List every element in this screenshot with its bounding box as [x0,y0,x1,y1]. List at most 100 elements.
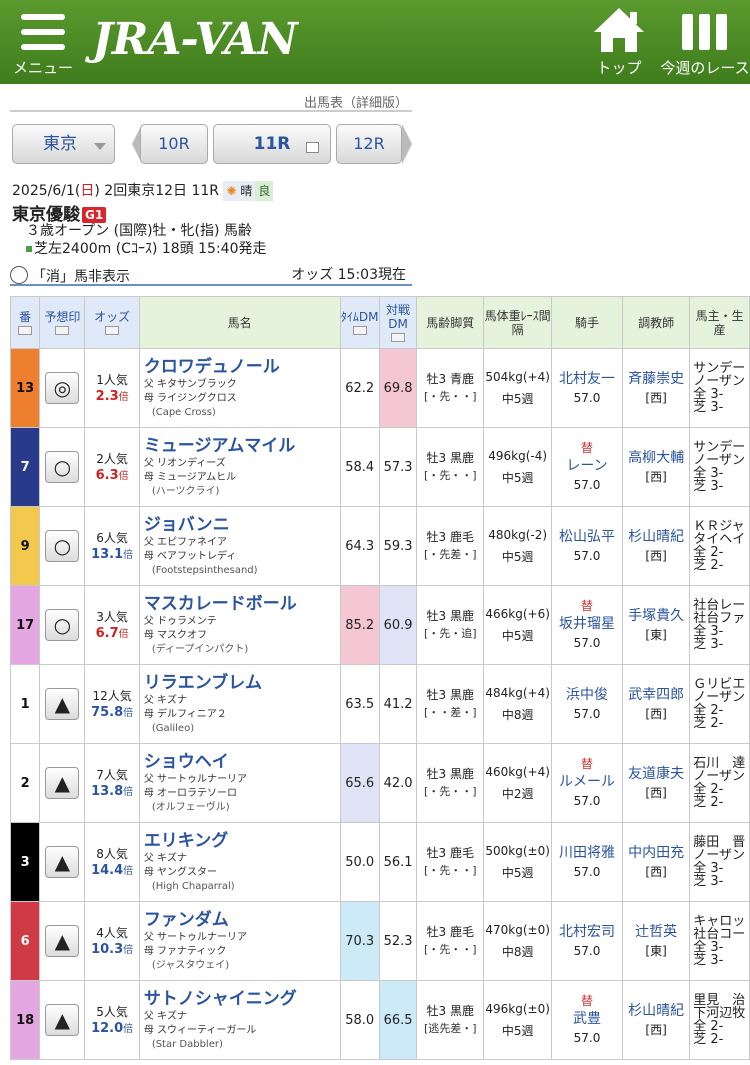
prediction-mark-button[interactable]: ○ [45,530,80,562]
table-row[interactable]: 3 ▲ 8人気 14.4倍 エリキング父 キズナ母 ヤングスター (High Chapar… [9,822,750,902]
time-dm: 65.6 [345,775,375,791]
sex-age-color: 牡3 鹿毛 [426,925,474,939]
trainer-link[interactable]: 杉山晴紀 [628,529,684,545]
sort-icon [55,326,70,335]
dam-sire: (ハーツクライ) [151,486,220,497]
going-badge: 良 [255,181,274,201]
owner-cell: キャロッ 社台コー全 3- 芝 3- [689,901,750,981]
trainer-link[interactable]: 武幸四郎 [628,687,684,703]
jockey-link[interactable]: 北村友一 [559,371,615,387]
match-dm: 60.9 [383,617,413,633]
header-time-dm[interactable]: ﾀｲﾑDM [339,296,380,349]
trainer-belong: [東] [645,944,667,958]
menu-button[interactable]: メニュー [8,0,78,84]
prev-race-button[interactable]: 10R [140,124,208,164]
jockey-link[interactable]: レーン [566,458,607,474]
age-style-cell: 牡3 鹿毛 [・先・・] [416,901,485,981]
header-match-dm[interactable]: 対戦DM [378,296,418,349]
match-dm-cell: 69.8 [378,348,418,428]
horse-name-link[interactable]: サトノシャイニング [144,988,339,1010]
trainer-link[interactable]: 中内田充 [628,845,684,861]
current-race-button[interactable]: 11R [213,124,331,164]
race-meeting: 2回東京12日 11R [104,183,219,199]
race-interval: 中8週 [501,708,534,722]
header-odds[interactable]: オッズ [84,296,140,349]
odds-value: 2.3 [95,389,119,404]
turf-marker-icon [26,246,32,252]
header-number[interactable]: 番 [9,296,41,349]
match-dm-cell: 60.9 [378,585,418,665]
jockey-link[interactable]: 坂井瑠星 [559,616,615,632]
jockey-weight: 57.0 [573,793,601,808]
horse-name-link[interactable]: クロワデュノール [144,356,339,378]
prediction-mark-button[interactable]: ▲ [45,925,80,957]
match-dm: 41.2 [383,696,413,712]
prediction-mark-button[interactable]: ▲ [45,767,80,799]
prediction-mark-button[interactable]: ○ [45,451,80,483]
horse-name-link[interactable]: ショウヘイ [144,751,339,773]
race-interval: 中5週 [501,866,534,880]
trainer-link[interactable]: 手塚貴久 [628,608,684,624]
prediction-cell: ▲ [39,980,86,1060]
match-dm-cell: 56.1 [378,822,418,902]
horse-name-link[interactable]: エリキング [144,830,339,852]
horse-name-link[interactable]: リラエンブレム [144,672,339,694]
jra-van-logo[interactable]: JRA-VAN [92,14,298,65]
horse-name-link[interactable]: マスカレードボール [144,593,339,615]
horse-name-link[interactable]: ミュージアムマイル [144,435,339,457]
record-turf: 芝 3- [693,874,724,889]
trainer-link[interactable]: 辻哲英 [635,924,677,940]
table-row[interactable]: 9 ○ 6人気 13.1倍 ジョバンニ父 エピファネイア母 ベアフットレディ (Foots… [9,506,750,586]
horse-name-link[interactable]: ジョバンニ [144,514,339,536]
prediction-mark-button[interactable]: ◎ [45,372,80,404]
table-row[interactable]: 7 ○ 2人気 6.3倍 ミュージアムマイル父 リオンディーズ母 ミュージアムヒル (ハー… [9,427,750,507]
match-dm: 66.5 [383,1012,413,1028]
jockey-link[interactable]: 松山弘平 [559,529,615,545]
horse-name-link[interactable]: ファンダム [144,909,339,931]
odds-cell: 4人気 10.3倍 [84,901,140,981]
sire: 父 リオンディーズ [143,458,226,469]
table-row[interactable]: 6 ▲ 4人気 10.3倍 ファンダム父 サートゥルナーリア母 ファナティック (ジャスタ… [9,901,750,981]
table-row[interactable]: 17 ○ 3人気 6.7倍 マスカレードボール父 ドゥラメンテ母 マスクオフ (ディープイ… [9,585,750,665]
race-interval: 中5週 [501,629,534,643]
prediction-mark-button[interactable]: ▲ [45,1004,80,1036]
table-row[interactable]: 2 ▲ 7人気 13.8倍 ショウヘイ父 サートゥルナーリア母 オーロラテソーロ (オルフ… [9,743,750,823]
odds-cell: 3人気 6.7倍 [84,585,140,665]
jockey-link[interactable]: 浜中俊 [566,687,608,703]
venue-select[interactable]: 東京 [12,124,115,164]
table-row[interactable]: 1 ▲ 12人気 75.8倍 リラエンブレム父 キズナ母 デルフィニア２ (Galileo… [9,664,750,744]
prediction-mark-button[interactable]: ▲ [45,846,80,878]
body-weight: 496kg(±0) [485,1002,550,1016]
this-week-races-button[interactable]: 今週のレース [660,0,750,84]
jockey-link[interactable]: 北村宏司 [559,924,615,940]
dam-sire: (Footstepsinthesand) [151,565,258,576]
table-row[interactable]: 13 ◎ 1人気 2.3倍 クロワデュノール父 キタサンブラック母 ライジングクロス (C… [9,348,750,428]
prediction-mark-button[interactable]: ○ [45,609,80,641]
jockey-link[interactable]: 川田将雅 [559,845,615,861]
header-prediction[interactable]: 予想印 [39,296,86,349]
table-row[interactable]: 18 ▲ 5人気 12.0倍 サトノシャイニング父 キズナ母 スウィーティーガール (St… [9,980,750,1060]
trainer-link[interactable]: 友道康夫 [628,766,684,782]
next-race-button[interactable]: 12R [336,124,402,164]
trainer-link[interactable]: 高柳大輔 [628,450,684,466]
race-interval: 中5週 [501,471,534,485]
running-style: [・先・・] [423,469,477,482]
match-dm: 59.3 [383,538,413,554]
jockey-link[interactable]: 武豊 [573,1011,601,1027]
top-button[interactable]: トップ [588,0,650,84]
chevron-right-icon [402,124,412,164]
scratch-hide-label[interactable]: 「消」馬非表示 [32,266,130,286]
weight-cell: 470kg(±0) 中8週 [483,901,553,981]
jockey-link[interactable]: ルメール [559,774,615,790]
horse-number-cell: 18 [9,980,41,1060]
trainer-cell: 中内田充 [西] [621,822,691,902]
prediction-mark-button[interactable]: ▲ [45,688,80,720]
odds-cell: 5人気 12.0倍 [84,980,140,1060]
header-match-dm-label: 対戦DM [386,303,411,331]
prediction-cell: ▲ [39,664,86,744]
scratch-hide-checkbox[interactable] [10,266,28,284]
dam: 母 ミュージアムヒル [143,472,237,483]
trainer-link[interactable]: 杉山晴紀 [628,1003,684,1019]
horse-number-cell: 2 [9,743,41,823]
trainer-link[interactable]: 斉藤崇史 [628,371,684,387]
